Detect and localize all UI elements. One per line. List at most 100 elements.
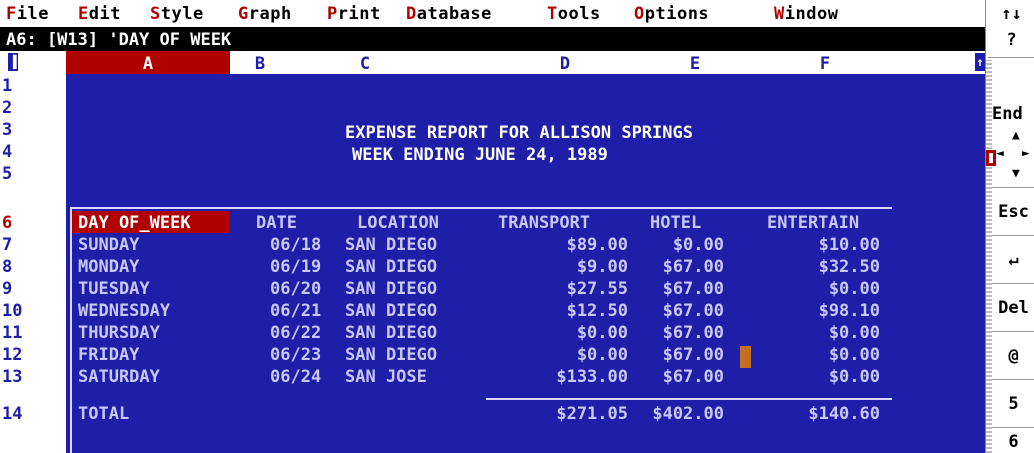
scroll-position-marker[interactable] — [986, 150, 996, 166]
row-header-7[interactable]: 7 — [0, 235, 66, 257]
row-header-13[interactable]: 13 — [0, 367, 66, 389]
cell-entertain[interactable]: $0.00 — [760, 345, 880, 365]
menu-style[interactable]: Style — [150, 4, 204, 24]
column-header-a[interactable]: A — [66, 51, 230, 74]
row-header-5[interactable]: 5 — [0, 164, 66, 186]
row-header-2[interactable]: 2 — [0, 98, 66, 120]
menu-options[interactable]: Options — [634, 4, 709, 24]
column-header-c[interactable]: C — [290, 54, 440, 74]
header-entertain[interactable]: ENTERTAIN — [767, 213, 859, 233]
menu-graph[interactable]: Graph — [238, 4, 292, 24]
header-date[interactable]: DATE — [256, 213, 297, 233]
cell-hotel[interactable]: $67.00 — [628, 301, 724, 321]
scroll-up-icon[interactable]: ↑ — [975, 53, 985, 71]
column-header-e[interactable]: E — [640, 54, 750, 74]
report-subtitle[interactable]: WEEK ENDING JUNE 24, 1989 — [352, 145, 608, 165]
cell-date[interactable]: 06/18 — [270, 235, 321, 255]
row-header-10[interactable]: 10 — [0, 301, 66, 323]
cell-location[interactable]: SAN JOSE — [345, 367, 427, 387]
column-header-b[interactable]: B — [230, 54, 290, 74]
cell-transport[interactable]: $133.00 — [500, 367, 628, 387]
key-5-button[interactable]: 5 — [992, 382, 1034, 428]
cell-location[interactable]: SAN DIEGO — [345, 279, 437, 299]
cell-date[interactable]: 06/22 — [270, 323, 321, 343]
cell-hotel[interactable]: $67.00 — [628, 367, 724, 387]
select-all-corner[interactable]: ▐ — [8, 53, 18, 71]
scroll-toggle-button[interactable]: ↑↓ — [988, 4, 1034, 24]
cell-day[interactable]: FRIDAY — [78, 345, 139, 365]
row-header-1[interactable]: 1 — [0, 76, 66, 98]
cell-location[interactable]: SAN DIEGO — [345, 345, 437, 365]
cell-hotel[interactable]: $67.00 — [628, 279, 724, 299]
key-6-button[interactable]: 6 — [992, 430, 1034, 453]
column-header-f[interactable]: F — [760, 54, 890, 74]
total-transport[interactable]: $271.05 — [500, 404, 628, 424]
cell-date[interactable]: 06/24 — [270, 367, 321, 387]
delete-button[interactable]: Del — [992, 286, 1034, 332]
row-header-bar: 1 2 3 4 5 6 7 8 9 10 11 12 13 14 — [0, 74, 66, 453]
cell-transport[interactable]: $27.55 — [500, 279, 628, 299]
row-header-3[interactable]: 3 — [0, 120, 66, 142]
menu-print[interactable]: Print — [327, 4, 381, 24]
cell-location[interactable]: SAN DIEGO — [345, 301, 437, 321]
cell-date[interactable]: 06/19 — [270, 257, 321, 277]
cell-transport[interactable]: $89.00 — [500, 235, 628, 255]
cell-day[interactable]: SATURDAY — [78, 367, 160, 387]
help-button[interactable]: ? — [988, 26, 1034, 58]
cell-transport[interactable]: $0.00 — [500, 323, 628, 343]
header-hotel[interactable]: HOTEL — [650, 213, 701, 233]
row-header-12[interactable]: 12 — [0, 345, 66, 367]
cell-location[interactable]: SAN DIEGO — [345, 235, 437, 255]
cell-date[interactable]: 06/23 — [270, 345, 321, 365]
report-title[interactable]: EXPENSE REPORT FOR ALLISON SPRINGS — [345, 123, 693, 143]
row-header-8[interactable]: 8 — [0, 257, 66, 279]
cell-day[interactable]: TUESDAY — [78, 279, 150, 299]
enter-button[interactable]: ↵ — [992, 238, 1034, 284]
cell-entertain[interactable]: $0.00 — [760, 367, 880, 387]
row-header-14[interactable]: 14 — [0, 404, 66, 426]
arrow-right-icon[interactable]: ► — [1022, 146, 1030, 161]
cell-day[interactable]: MONDAY — [78, 257, 139, 277]
row-header-11[interactable]: 11 — [0, 323, 66, 345]
cell-entertain[interactable]: $0.00 — [760, 279, 880, 299]
cell-location[interactable]: SAN DIEGO — [345, 257, 437, 277]
cell-transport[interactable]: $0.00 — [500, 345, 628, 365]
cell-date[interactable]: 06/21 — [270, 301, 321, 321]
cell-entertain[interactable]: $0.00 — [760, 323, 880, 343]
cell-transport[interactable]: $9.00 — [500, 257, 628, 277]
cell-hotel[interactable]: $67.00 — [628, 345, 724, 365]
arrow-up-icon[interactable]: ▲ — [1012, 128, 1020, 143]
escape-button[interactable]: Esc — [992, 190, 1034, 236]
menu-database[interactable]: Database — [406, 4, 492, 24]
cell-day[interactable]: WEDNESDAY — [78, 301, 170, 321]
header-day-of-week[interactable]: DAY OF_WEEK — [78, 213, 191, 233]
cell-day[interactable]: THURSDAY — [78, 323, 160, 343]
menu-tools[interactable]: Tools — [547, 4, 601, 24]
menu-edit[interactable]: Edit — [78, 4, 121, 24]
cell-entertain[interactable]: $98.10 — [760, 301, 880, 321]
cell-hotel[interactable]: $67.00 — [628, 323, 724, 343]
cell-hotel[interactable]: $0.00 — [628, 235, 724, 255]
cell-location[interactable]: SAN DIEGO — [345, 323, 437, 343]
total-label[interactable]: TOTAL — [78, 404, 129, 424]
cell-entertain[interactable]: $32.50 — [760, 257, 880, 277]
cell-transport[interactable]: $12.50 — [500, 301, 628, 321]
end-button[interactable]: End — [992, 104, 1034, 126]
row-header-4[interactable]: 4 — [0, 142, 66, 164]
cell-entertain[interactable]: $10.00 — [760, 235, 880, 255]
total-entertain[interactable]: $140.60 — [760, 404, 880, 424]
header-location[interactable]: LOCATION — [357, 213, 439, 233]
row-header-6[interactable]: 6 — [0, 213, 66, 235]
at-function-button[interactable]: @ — [992, 334, 1034, 380]
total-hotel[interactable]: $402.00 — [628, 404, 724, 424]
cell-day[interactable]: SUNDAY — [78, 235, 139, 255]
header-transport[interactable]: TRANSPORT — [498, 213, 590, 233]
cell-date[interactable]: 06/20 — [270, 279, 321, 299]
menu-file[interactable]: File — [6, 4, 49, 24]
menu-window[interactable]: Window — [774, 4, 838, 24]
arrow-down-icon[interactable]: ▼ — [1012, 166, 1020, 181]
row-header-9[interactable]: 9 — [0, 279, 66, 301]
worksheet[interactable]: ▐ A B C D E F ↑ 1 2 3 4 5 6 7 8 9 10 11 … — [0, 51, 985, 453]
cell-hotel[interactable]: $67.00 — [628, 257, 724, 277]
arrow-left-icon[interactable]: ◄ — [996, 146, 1004, 161]
